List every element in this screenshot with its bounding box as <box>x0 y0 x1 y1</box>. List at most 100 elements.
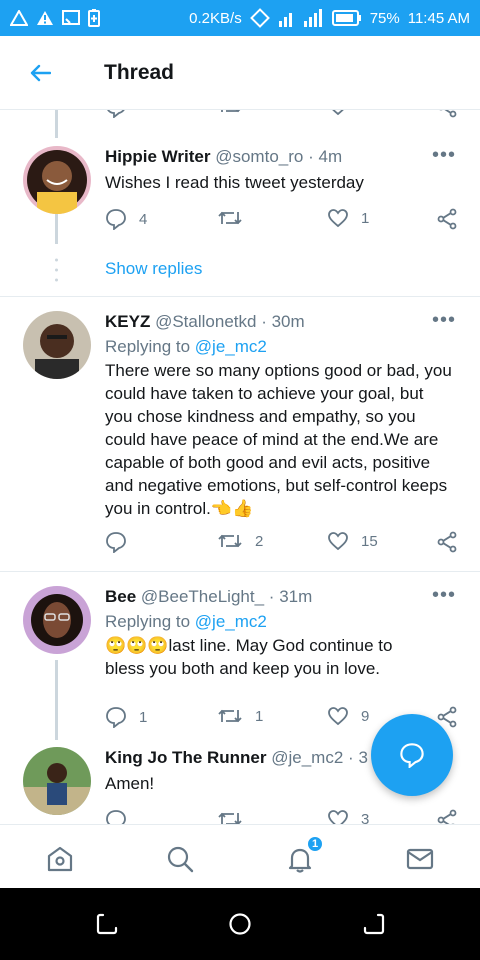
display-name[interactable]: King Jo The Runner <box>105 748 267 767</box>
recent-apps-button[interactable] <box>95 912 119 936</box>
replying-to-prefix: Replying to <box>105 337 191 356</box>
system-navigation-bar <box>0 888 480 960</box>
retweet-count: 2 <box>255 532 264 550</box>
tweet-bee[interactable]: Bee @BeeTheLight_ · 31m Replying to @je_… <box>0 585 480 728</box>
tweet-actions: 3 <box>105 809 465 824</box>
share-icon <box>437 208 457 230</box>
replying-to: Replying to @je_mc2 <box>105 335 455 359</box>
avatar[interactable] <box>23 146 91 214</box>
battery-icon <box>331 10 362 26</box>
reply-button[interactable] <box>105 110 127 118</box>
display-name[interactable]: KEYZ <box>105 312 150 331</box>
tweet-time: 31m <box>279 587 313 606</box>
nav-home[interactable] <box>44 843 76 875</box>
replying-to-handle[interactable]: @je_mc2 <box>195 612 267 631</box>
like-button[interactable]: 3 <box>327 809 369 824</box>
reply-icon <box>107 110 125 118</box>
notification-badge: 1 <box>306 835 324 853</box>
more-options-button[interactable]: ••• <box>432 310 456 330</box>
compose-reply-button[interactable] <box>371 714 453 796</box>
heart-icon <box>332 110 344 116</box>
like-button[interactable]: 15 <box>327 531 378 551</box>
user-handle[interactable]: @BeeTheLight_ <box>141 587 264 606</box>
display-name[interactable]: Hippie Writer <box>105 147 210 166</box>
tweet-header: Hippie Writer @somto_ro · 4m <box>105 146 455 168</box>
arrow-left-icon <box>30 64 51 81</box>
retweet-button[interactable] <box>217 809 255 824</box>
tweet-header: Bee @BeeTheLight_ · 31m <box>105 586 455 608</box>
retweet-icon <box>218 812 242 824</box>
share-button[interactable] <box>436 110 458 118</box>
like-count: 9 <box>361 707 370 725</box>
reply-count: 1 <box>139 708 148 726</box>
retweet-button[interactable]: 1 <box>217 706 263 726</box>
nav-notifications[interactable]: 1 <box>284 835 324 875</box>
retweet-button[interactable] <box>217 208 255 228</box>
tweet-keyz[interactable]: KEYZ @Stallonetkd · 30m Replying to @je_… <box>0 310 480 571</box>
tweet-time: 30m <box>271 312 305 331</box>
avatar[interactable] <box>23 747 91 815</box>
home-system-button[interactable] <box>228 912 252 936</box>
more-options-button[interactable]: ••• <box>432 585 456 605</box>
circle-home-icon <box>229 913 251 935</box>
share-button[interactable] <box>436 809 458 824</box>
user-handle[interactable]: @je_mc2 <box>271 748 343 767</box>
nav-search[interactable] <box>164 843 196 875</box>
home-icon <box>47 846 73 872</box>
retweet-button[interactable]: 2 <box>217 531 263 551</box>
reply-button[interactable] <box>105 531 139 553</box>
share-button[interactable] <box>436 208 458 230</box>
show-replies-link[interactable]: Show replies <box>105 259 202 279</box>
display-name[interactable]: Bee <box>105 587 136 606</box>
like-button[interactable] <box>327 110 361 116</box>
replying-to-prefix: Replying to <box>105 612 191 631</box>
avatar[interactable] <box>23 586 91 654</box>
heart-icon <box>328 209 348 228</box>
like-button[interactable]: 9 <box>327 706 369 726</box>
reply-icon <box>106 532 126 553</box>
alert-icon <box>36 10 54 26</box>
status-bar: 0.2KB/s 75% 11:45 AM <box>0 0 480 36</box>
share-button[interactable] <box>436 531 458 553</box>
recent-apps-icon <box>96 913 118 935</box>
user-handle[interactable]: @somto_ro <box>215 147 303 166</box>
nav-messages[interactable] <box>404 843 436 875</box>
back-system-button[interactable] <box>362 912 386 936</box>
tweet-text: Wishes I read this tweet yesterday <box>105 173 364 192</box>
avatar[interactable] <box>23 311 91 379</box>
back-system-icon <box>363 913 385 935</box>
back-button[interactable] <box>0 36 80 110</box>
reply-icon <box>400 743 424 768</box>
dot-separator: · <box>348 748 354 767</box>
tweet-actions: 4 1 <box>105 208 465 232</box>
reply-button[interactable]: 4 <box>105 208 147 230</box>
like-button[interactable]: 1 <box>327 208 369 228</box>
bottom-navigation: 1 <box>0 824 480 888</box>
replying-to-handle[interactable]: @je_mc2 <box>195 337 267 356</box>
tweet-hippie-writer[interactable]: Hippie Writer @somto_ro · 4m Wishes I re… <box>0 145 480 296</box>
partial-tweet-actions <box>105 110 465 120</box>
retweet-button[interactable] <box>217 110 255 116</box>
more-options-button[interactable]: ••• <box>432 145 456 165</box>
network-speed: 0.2KB/s <box>189 9 242 27</box>
reply-button[interactable]: 1 <box>105 706 147 728</box>
like-count: 1 <box>361 209 370 227</box>
retweet-count: 1 <box>255 707 264 725</box>
heart-icon <box>328 532 348 551</box>
dot-separator: · <box>308 147 314 166</box>
battery-saver-icon <box>88 9 100 27</box>
user-handle[interactable]: @Stallonetkd <box>155 312 256 331</box>
rotate-icon <box>249 8 270 28</box>
search-icon <box>167 846 194 873</box>
tweet-time: 4m <box>318 147 343 166</box>
reply-button[interactable] <box>105 809 139 824</box>
like-count: 3 <box>361 810 370 825</box>
triangle-warning-icon <box>10 10 28 26</box>
tweet-actions: 2 15 <box>105 531 465 555</box>
signal-icon <box>278 8 324 28</box>
reply-icon <box>106 810 126 824</box>
cast-icon <box>62 10 80 26</box>
share-icon <box>437 531 457 553</box>
mail-icon <box>406 848 434 870</box>
thread-line <box>55 110 58 138</box>
